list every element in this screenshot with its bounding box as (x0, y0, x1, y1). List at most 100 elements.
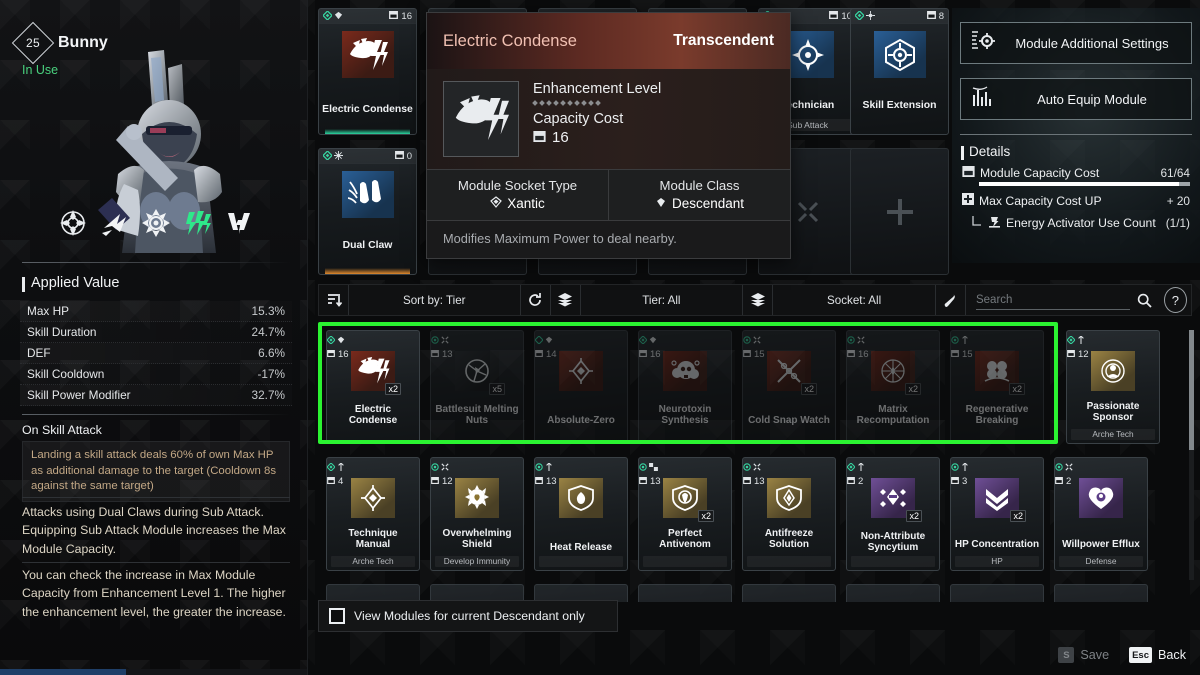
skill-3-icon-active[interactable] (183, 208, 213, 238)
empty-slot-5[interactable] (850, 148, 949, 275)
capacity-cost-value: 16 (552, 129, 569, 146)
module-card-hp-concentration[interactable]: 3 x2 HP Concentration HP (950, 457, 1044, 571)
sort-by-dropdown[interactable]: Sort by: Tier (349, 285, 521, 315)
module-card-passionate-sponsor[interactable]: 12 Passionate Sponsor Arche Tech (1066, 330, 1160, 444)
skill-2-icon[interactable] (141, 208, 171, 238)
stat-value: 32.7% (251, 388, 285, 402)
magnifier-icon[interactable] (1130, 285, 1160, 315)
card-count: x2 (1009, 383, 1025, 395)
module-screen: 25 Bunny In Use Applied Value Max HP 15.… (0, 0, 1200, 675)
card-footer: HP (955, 556, 1039, 567)
grid-scrollbar[interactable] (1189, 330, 1194, 580)
module-class-icon (753, 331, 761, 349)
module-class-icon (334, 9, 343, 25)
lightning-beast-icon (341, 31, 394, 78)
module-card-matrix-recomputation[interactable]: 16 x2 Matrix Recomputation (846, 330, 940, 444)
tier-filter-dropdown[interactable]: Tier: All (581, 285, 744, 315)
module-card-heat-release[interactable]: 13 Heat Release (534, 457, 628, 571)
socket-type-value: Xantic (507, 196, 545, 211)
energy-activator-row: Energy Activator Use Count (1/1) (952, 215, 1200, 231)
divider-skill (22, 414, 290, 415)
skill-4-icon[interactable] (224, 208, 254, 238)
xantic-icon (490, 196, 503, 211)
equipped-slot-dual-claw[interactable]: 0 Dual Claw (318, 148, 417, 275)
passive-skill-icon[interactable] (58, 208, 88, 238)
card-cost: 10 (829, 10, 852, 22)
equipped-slot-skill-extension[interactable]: 8 Skill Extension (850, 8, 949, 135)
module-card-absolute-zero[interactable]: 14 Absolute-Zero (534, 330, 628, 444)
stat-value: -17% (257, 367, 285, 381)
enhancement-level-dots (532, 100, 774, 106)
view-modules-checkbox[interactable] (329, 608, 345, 624)
divider-desc-1 (22, 497, 290, 498)
module-card-row3-4[interactable] (638, 584, 732, 602)
card-footer: Arche Tech (331, 556, 415, 567)
socket-type-icon (535, 458, 543, 476)
module-class-value: Descendant (671, 196, 745, 211)
module-card-cold-snap-watch[interactable]: 15 x2 Cold Snap Watch (742, 330, 836, 444)
back-button[interactable]: Esc Back (1129, 647, 1186, 663)
socket-type-icon (535, 331, 544, 349)
stat-value: 15.3% (251, 304, 285, 318)
left-scrollbar[interactable] (0, 669, 307, 675)
card-count: x2 (1010, 510, 1026, 522)
refresh-icon[interactable] (521, 285, 551, 315)
module-card-neurotoxin-synthesis[interactable]: 16 Neurotoxin Synthesis (638, 330, 732, 444)
module-card-electric-condense[interactable]: 16 x2 Electric Condense (326, 330, 420, 444)
module-card-antifreeze-solution[interactable]: 13 Antifreeze Solution (742, 457, 836, 571)
module-card-row3-8[interactable] (1054, 584, 1148, 602)
hex-target-icon (873, 31, 926, 78)
module-additional-settings-button[interactable]: Module Additional Settings (960, 22, 1192, 64)
module-card-overwhelming-shield[interactable]: 12 Overwhelming Shield Develop Immunity (430, 457, 524, 571)
module-class-icon (441, 331, 449, 349)
card-name: Passionate Sponsor (1086, 400, 1140, 424)
module-class-icon (649, 331, 657, 349)
module-card-row3-7[interactable] (950, 584, 1044, 602)
module-detail-tooltip: Electric Condense Transcendent Enhanceme… (426, 12, 791, 259)
sort-desc-icon[interactable] (319, 285, 349, 315)
stat-label: Skill Cooldown (27, 367, 105, 381)
card-footer: Arche Tech (1071, 429, 1155, 440)
auto-equip-module-button[interactable]: Auto Equip Module (960, 78, 1192, 120)
card-topbar: 16 (319, 9, 416, 24)
module-card-willpower-efflux[interactable]: 2 Willpower Efflux Defense (1054, 457, 1148, 571)
stat-row: Skill Cooldown -17% (20, 364, 292, 385)
wrench-icon[interactable] (936, 285, 966, 315)
card-cost: 16 (389, 10, 412, 22)
module-card-row3-5[interactable] (742, 584, 836, 602)
socket-type-label: Module Socket Type (457, 178, 578, 193)
module-card-row3-6[interactable] (846, 584, 940, 602)
card-count: x5 (489, 383, 505, 395)
stat-row: Skill Duration 24.7% (20, 322, 292, 343)
card-count: x2 (801, 383, 817, 395)
equipped-slot-electric-condense[interactable]: 16 Electric Condense (318, 8, 417, 135)
lightning-beast-icon: x2 (351, 351, 401, 395)
view-modules-checkbox-row[interactable]: View Modules for current Descendant only (318, 600, 618, 632)
card-name: Battlesuit Melting Nuts (435, 403, 519, 427)
search-input[interactable] (975, 290, 1130, 310)
stat-value: 24.7% (251, 325, 285, 339)
module-card-regenerative-breaking[interactable]: 15 x2 Regenerative Breaking (950, 330, 1044, 444)
socket-layers-icon[interactable] (743, 285, 774, 315)
skill-1-icon[interactable] (100, 208, 130, 238)
help-button[interactable]: ? (1163, 287, 1187, 313)
module-card-non-attribute-syncytium[interactable]: 2 x2 Non-Attribute Syncytium (846, 457, 940, 571)
save-button[interactable]: S Save (1058, 647, 1109, 663)
lightning-beast-icon (443, 81, 519, 157)
stat-row: Skill Power Modifier 32.7% (20, 385, 292, 406)
module-class-icon (1065, 458, 1073, 476)
socket-type-icon (951, 458, 959, 476)
card-cost-value: 13 (546, 476, 557, 487)
module-card-technique-manual[interactable]: 4 Technique Manual Arche Tech (326, 457, 420, 571)
card-cost-value: 15 (962, 349, 973, 360)
capacity-icon (327, 476, 335, 487)
module-card-perfect-antivenom[interactable]: 13 x2 Perfect Antivenom (638, 457, 732, 571)
module-class-icon (857, 331, 865, 349)
tier-layers-icon[interactable] (551, 285, 581, 315)
module-card-battlesuit-melting-nuts[interactable]: 13 x5 Battlesuit Melting Nuts (430, 330, 524, 444)
socket-filter-dropdown[interactable]: Socket: All (773, 285, 936, 315)
module-capacity-cost-value: 61/64 (1160, 166, 1190, 180)
chevrons-down-icon: x2 (975, 478, 1026, 522)
sort-by-label: Sort by: Tier (403, 293, 466, 307)
module-class-icon (649, 458, 658, 476)
